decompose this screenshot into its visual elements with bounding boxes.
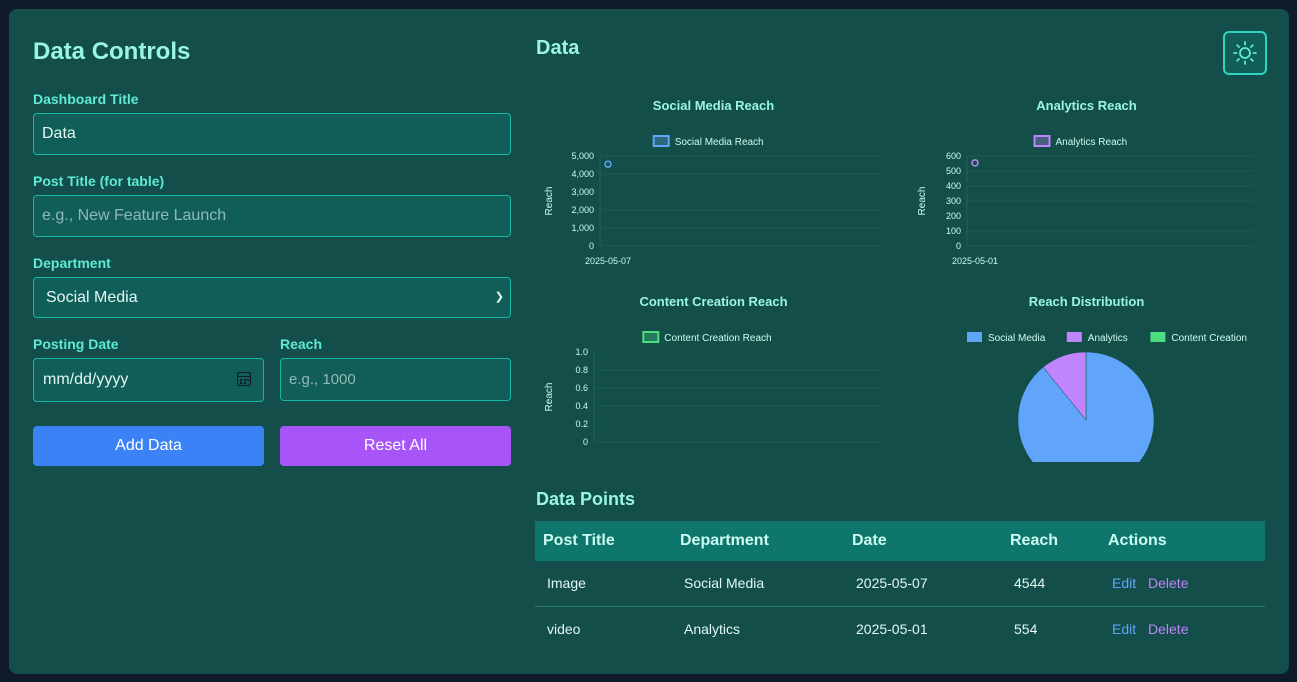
post-title-input[interactable]: e.g., New Feature Launch	[33, 195, 511, 237]
y-tick-label: 500	[946, 166, 961, 176]
x-tick-label: 2025-05-07	[585, 256, 631, 266]
main-panel: Data Controls Dashboard Title Data Post …	[9, 9, 1289, 674]
table-row: video Analytics 2025-05-01 554 Edit Dele…	[535, 606, 1265, 651]
cell-reach: 4544	[1002, 561, 1100, 607]
edit-link[interactable]: Edit	[1112, 575, 1136, 591]
y-tick-label: 5,000	[571, 151, 594, 161]
y-tick-label: 600	[946, 151, 961, 161]
legend-swatch	[1066, 332, 1082, 342]
legend-label: Social Media Reach	[675, 137, 764, 148]
y-tick-label: 100	[946, 226, 961, 236]
y-tick-label: 4,000	[571, 169, 594, 179]
cell-date: 2025-05-07	[844, 561, 1002, 607]
y-tick-label: 2,000	[571, 205, 594, 215]
y-tick-label: 0	[956, 241, 961, 251]
y-tick-label: 1.0	[575, 347, 588, 357]
legend-swatch	[1033, 135, 1051, 147]
calendar-icon[interactable]	[237, 372, 251, 386]
department-label: Department	[33, 255, 111, 271]
cell-date: 2025-05-01	[856, 620, 928, 637]
date-placeholder: mm/dd/yyyy	[43, 371, 129, 388]
table-row: Image Social Media 2025-05-07 4544 Edit …	[535, 561, 1265, 607]
y-tick-label: 0.4	[575, 401, 588, 411]
y-axis-label: Reach	[917, 187, 928, 216]
reach-label: Reach	[280, 336, 323, 352]
content-creation-chart-svg: Content Creation Reach Reach 1.0 0.8 0.6 0.4 0…	[544, 331, 881, 447]
social-media-chart: Social Media Reach Social Media Reach Rea…	[536, 86, 891, 266]
x-tick-label: 2025-05-01	[952, 256, 998, 266]
department-select[interactable]: Social Media ❯	[33, 277, 511, 318]
reach-distribution-svg: Social Media Analytics Content Creation	[967, 332, 1247, 462]
y-tick-label: 400	[946, 181, 961, 191]
legend-label: Social Media	[988, 333, 1046, 344]
cell-title: Image	[535, 561, 672, 607]
header-date: Date	[844, 521, 1002, 561]
cell-department: Analytics	[684, 620, 741, 637]
legend-label: Content Creation Reach	[664, 333, 771, 344]
header-actions: Actions	[1100, 521, 1265, 561]
header-department: Department	[672, 521, 844, 561]
cell-actions: Edit Delete	[1100, 561, 1265, 607]
legend-swatch	[642, 331, 660, 343]
legend-swatch	[967, 332, 982, 342]
dashboard-title-label: Dashboard Title	[33, 91, 139, 107]
reset-all-button[interactable]: Reset All	[280, 426, 511, 466]
analytics-chart-svg: Analytics Reach Reach 600 500 400 300 200 100 0 2…	[917, 135, 1254, 266]
data-point	[971, 159, 979, 167]
delete-link[interactable]: Delete	[1148, 621, 1188, 637]
posting-date-label: Posting Date	[33, 336, 119, 352]
header-post-title: Post Title	[535, 521, 672, 561]
department-value: Social Media	[46, 288, 138, 306]
chevron-down-icon: ❯	[494, 291, 504, 303]
y-tick-label: 1,000	[571, 223, 594, 233]
header-reach: Reach	[1002, 521, 1100, 561]
add-data-button[interactable]: Add Data	[33, 426, 264, 466]
legend-label: Analytics Reach	[1056, 137, 1128, 148]
y-tick-label: 0.2	[575, 419, 588, 429]
edit-link[interactable]: Edit	[1112, 621, 1136, 637]
y-tick-label: 0.6	[575, 383, 588, 393]
analytics-chart: Analytics Reach Analytics Reach Reach 600 5…	[909, 86, 1264, 266]
data-points-title: Data Points	[536, 489, 636, 509]
dashboard-title: Data	[536, 37, 580, 59]
reach-distribution-chart: Reach Distribution Social Media Analytics…	[909, 282, 1264, 462]
cell-title: video	[547, 620, 581, 637]
theme-toggle-button[interactable]	[1223, 31, 1267, 75]
y-axis-label: Reach	[544, 383, 555, 412]
reach-input[interactable]: e.g., 1000	[280, 358, 511, 401]
data-table: Post Title Department Date Reach Actions…	[535, 521, 1265, 651]
content-creation-chart: Content Creation Reach Content Creation …	[536, 282, 891, 462]
legend-label: Content Creation	[1171, 333, 1247, 344]
sun-icon	[1233, 41, 1257, 65]
posting-date-input[interactable]: mm/dd/yyyy	[33, 358, 264, 402]
y-axis-label: Reach	[544, 187, 555, 216]
y-tick-label: 3,000	[571, 187, 594, 197]
controls-title: Data Controls	[33, 38, 191, 65]
y-tick-label: 0.8	[575, 365, 588, 375]
y-tick-label: 0	[583, 437, 588, 447]
delete-link[interactable]: Delete	[1148, 575, 1188, 591]
legend-label: Analytics	[1088, 333, 1128, 344]
social-media-chart-svg: Social Media Reach Reach 5,000 4,000 3,000 2,…	[544, 135, 881, 266]
legend-swatch	[1150, 332, 1166, 342]
post-title-label: Post Title (for table)	[33, 173, 165, 189]
y-tick-label: 0	[589, 241, 594, 251]
data-point	[604, 160, 612, 168]
y-tick-label: 200	[946, 211, 961, 221]
dashboard-title-input[interactable]: Data	[33, 113, 511, 155]
cell-reach: 554	[1014, 620, 1038, 637]
cell-department: Social Media	[672, 561, 844, 607]
legend-swatch	[652, 135, 670, 147]
cell-actions: Edit Delete	[1100, 606, 1265, 651]
y-tick-label: 300	[946, 196, 961, 206]
